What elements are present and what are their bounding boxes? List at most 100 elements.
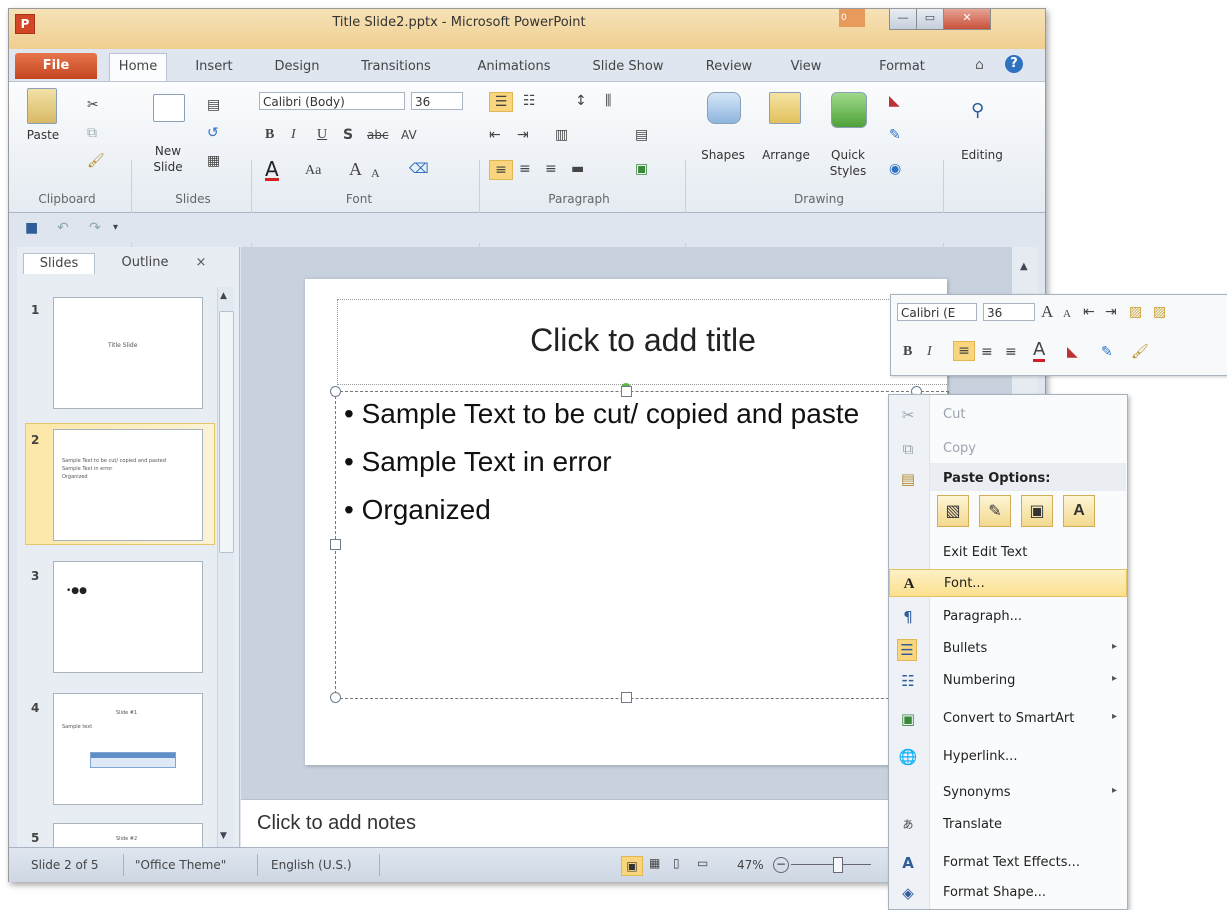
- close-pane-icon[interactable]: ×: [191, 253, 211, 273]
- tab-outline[interactable]: Outline: [107, 253, 183, 273]
- increase-indent-icon[interactable]: ⇥: [517, 126, 529, 144]
- mini-bold-button[interactable]: B: [903, 343, 912, 361]
- menu-item-exit-edit-text[interactable]: Exit Edit Text: [889, 539, 1127, 567]
- mini-shrink-font-icon[interactable]: A: [1063, 305, 1071, 323]
- slide-thumb-4[interactable]: Slide #1 Sample text: [53, 693, 203, 805]
- clear-formatting-icon[interactable]: ⌫: [409, 160, 429, 178]
- customize-qat-icon[interactable]: ▾: [113, 219, 118, 237]
- paste-button[interactable]: Paste: [23, 88, 63, 156]
- paste-use-destination-icon[interactable]: ▧: [937, 495, 969, 527]
- editing-button[interactable]: ⚲ Editing: [949, 88, 1015, 178]
- bullet-item[interactable]: • Organized: [344, 494, 491, 526]
- slideshow-view-icon[interactable]: ▭: [697, 856, 708, 870]
- section-icon[interactable]: ▦: [207, 152, 220, 170]
- menu-item-copy[interactable]: ⧉ Copy: [889, 435, 1127, 463]
- tab-file[interactable]: File: [15, 53, 97, 79]
- scroll-up-icon[interactable]: ▲: [1020, 261, 1028, 272]
- mini-shape-fill-icon[interactable]: ◣: [1067, 343, 1078, 361]
- resize-handle[interactable]: [330, 386, 341, 397]
- resize-handle[interactable]: [621, 692, 632, 703]
- theme-name[interactable]: "Office Theme": [135, 858, 226, 872]
- mini-quick-styles-icon[interactable]: ▨: [1153, 303, 1166, 321]
- menu-item-bullets[interactable]: ☰ Bullets ▸: [889, 635, 1127, 663]
- menu-item-font[interactable]: A Font...: [889, 569, 1127, 597]
- font-color-button[interactable]: A: [265, 159, 279, 181]
- menu-item-paragraph[interactable]: ¶ Paragraph...: [889, 603, 1127, 631]
- tab-slides[interactable]: Slides: [23, 253, 95, 274]
- shadow-button[interactable]: S: [343, 126, 353, 144]
- line-spacing-icon[interactable]: ↕: [575, 92, 587, 110]
- italic-button[interactable]: I: [291, 126, 296, 144]
- mini-arrange-icon[interactable]: ▨: [1129, 303, 1142, 321]
- normal-view-icon[interactable]: ▣: [621, 856, 643, 876]
- mini-align-right-icon[interactable]: ≡: [1005, 343, 1017, 361]
- cut-icon[interactable]: ✂: [87, 96, 99, 114]
- mini-align-left-icon[interactable]: ≡: [953, 341, 975, 361]
- new-slide-button[interactable]: New Slide: [145, 90, 191, 180]
- redo-icon[interactable]: ↷: [89, 219, 101, 237]
- mini-font-combo[interactable]: Calibri (E: [897, 303, 977, 321]
- bullet-item[interactable]: • Sample Text to be cut/ copied and past…: [344, 398, 859, 430]
- align-center-icon[interactable]: ≡: [519, 160, 531, 178]
- slide-thumb-3[interactable]: •●●: [53, 561, 203, 673]
- convert-smartart-icon[interactable]: ▣: [635, 160, 648, 178]
- paste-picture-icon[interactable]: ▣: [1021, 495, 1053, 527]
- tab-animations[interactable]: Animations: [469, 54, 559, 80]
- mini-center-icon[interactable]: ≡: [981, 343, 993, 361]
- language[interactable]: English (U.S.): [271, 858, 352, 872]
- change-case-button[interactable]: Aa: [305, 162, 321, 180]
- bullets-icon[interactable]: ☰: [489, 92, 513, 112]
- help-icon[interactable]: ?: [1005, 55, 1023, 73]
- mini-font-color-icon[interactable]: A: [1033, 341, 1046, 362]
- maximize-button[interactable]: ▭: [916, 9, 944, 30]
- scroll-up-icon[interactable]: ▲: [220, 291, 227, 301]
- mini-outline-icon[interactable]: ✎: [1101, 343, 1113, 361]
- resize-handle[interactable]: [330, 692, 341, 703]
- paste-text-only-icon[interactable]: A: [1063, 495, 1095, 527]
- reset-icon[interactable]: ↺: [207, 124, 219, 142]
- menu-item-cut[interactable]: ✂ Cut: [889, 401, 1127, 429]
- resize-handle[interactable]: [621, 386, 632, 397]
- zoom-slider-track[interactable]: [791, 864, 871, 865]
- align-left-icon[interactable]: ≡: [489, 160, 513, 180]
- font-name-combo[interactable]: Calibri (Body): [259, 92, 405, 110]
- paste-keep-source-icon[interactable]: ✎: [979, 495, 1011, 527]
- close-button[interactable]: ✕: [943, 9, 991, 30]
- minimize-ribbon-icon[interactable]: ⌂: [975, 57, 984, 73]
- slide-thumb-2[interactable]: Sample Text to be cut/ copied and pasted…: [53, 429, 203, 541]
- tab-view[interactable]: View: [781, 54, 831, 80]
- scroll-down-icon[interactable]: ▼: [220, 831, 227, 841]
- char-spacing-button[interactable]: AV: [401, 126, 417, 144]
- arrange-button[interactable]: Arrange: [755, 88, 817, 178]
- grow-font-button[interactable]: A: [349, 160, 362, 178]
- undo-icon[interactable]: ↶: [57, 219, 69, 237]
- justify-icon[interactable]: ▬: [571, 160, 584, 178]
- columns-icon[interactable]: ▥: [555, 126, 568, 144]
- decrease-indent-icon[interactable]: ⇤: [489, 126, 501, 144]
- copy-icon[interactable]: ⧉: [87, 124, 97, 142]
- menu-item-format-shape[interactable]: ◈ Format Shape...: [889, 879, 1127, 907]
- thumbs-scrollbar[interactable]: ▲ ▼: [217, 287, 234, 847]
- minimized-tab-indicator[interactable]: 0: [839, 9, 865, 27]
- slide-thumb-5[interactable]: Slide #2: [53, 823, 203, 849]
- scroll-thumb[interactable]: [219, 311, 234, 553]
- body-text-box[interactable]: • Sample Text to be cut/ copied and past…: [335, 391, 949, 699]
- zoom-level[interactable]: 47%: [737, 858, 764, 872]
- mini-decrease-indent-icon[interactable]: ⇤: [1083, 303, 1095, 321]
- title-placeholder[interactable]: Click to add title: [337, 299, 949, 385]
- slide-thumb-1[interactable]: Title Slide: [53, 297, 203, 409]
- resize-handle[interactable]: [330, 539, 341, 550]
- underline-button[interactable]: U: [317, 126, 327, 144]
- reading-view-icon[interactable]: ▯: [673, 856, 680, 870]
- tab-review[interactable]: Review: [699, 54, 759, 80]
- zoom-out-button[interactable]: −: [773, 857, 789, 873]
- tab-transitions[interactable]: Transitions: [351, 54, 441, 80]
- save-icon[interactable]: ■: [25, 219, 38, 237]
- tab-format[interactable]: Format: [867, 54, 937, 80]
- shape-fill-icon[interactable]: ◣: [889, 92, 900, 110]
- minimize-button[interactable]: —: [889, 9, 917, 30]
- format-painter-icon[interactable]: 🖌: [87, 152, 105, 170]
- shapes-button[interactable]: Shapes: [697, 88, 749, 178]
- menu-item-numbering[interactable]: ☷ Numbering ▸: [889, 667, 1127, 695]
- tab-design[interactable]: Design: [267, 54, 327, 80]
